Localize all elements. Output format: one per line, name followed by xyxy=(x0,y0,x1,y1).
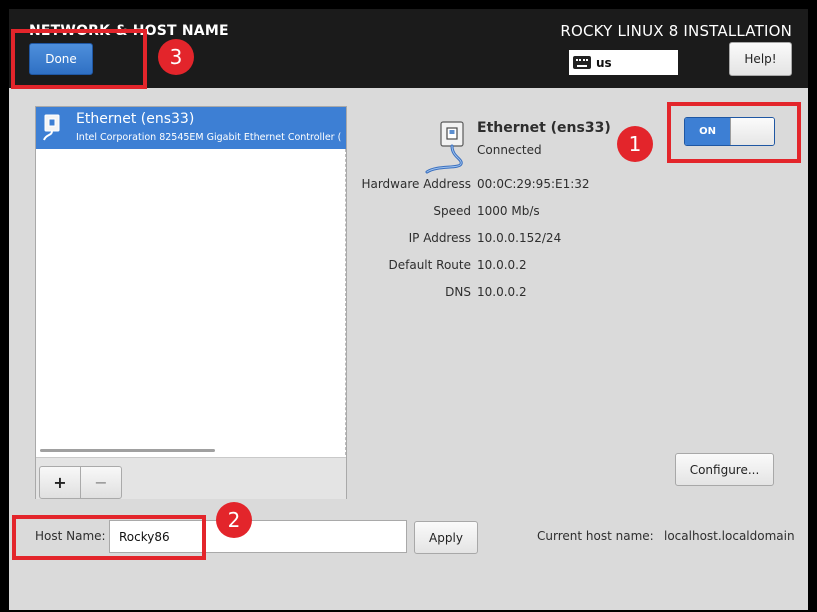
keyboard-icon xyxy=(573,56,591,69)
device-item-ens33[interactable]: Ethernet (ens33) Intel Corporation 82545… xyxy=(36,107,346,149)
horizontal-scrollbar[interactable] xyxy=(40,449,215,452)
speed-value: 1000 Mb/s xyxy=(477,204,540,218)
host-name-input[interactable] xyxy=(109,520,407,553)
device-list-panel: Ethernet (ens33) Intel Corporation 82545… xyxy=(35,106,347,499)
speed-label: Speed xyxy=(433,204,471,218)
add-device-button[interactable]: + xyxy=(39,466,81,499)
list-divider xyxy=(345,149,346,455)
dns-value: 10.0.0.2 xyxy=(477,285,527,299)
ethernet-icon xyxy=(43,114,60,141)
connection-name: Ethernet (ens33) xyxy=(477,120,611,136)
keyboard-layout-indicator[interactable]: us xyxy=(569,50,678,75)
hardware-address-value: 00:0C:29:95:E1:32 xyxy=(477,177,590,191)
dns-label: DNS xyxy=(445,285,471,299)
annotation-badge-2: 2 xyxy=(216,502,252,538)
hardware-address-label: Hardware Address xyxy=(361,177,471,191)
product-title: ROCKY LINUX 8 INSTALLATION xyxy=(560,22,792,40)
device-list-toolbar: + − xyxy=(36,457,346,499)
current-host-name-value: localhost.localdomain xyxy=(664,529,795,543)
keyboard-layout-label: us xyxy=(596,55,612,70)
done-button[interactable]: Done xyxy=(29,43,93,75)
toggle-knob[interactable] xyxy=(730,118,774,145)
current-host-name-label: Current host name: xyxy=(537,529,654,543)
connection-toggle[interactable]: ON xyxy=(684,117,775,146)
toggle-on-label: ON xyxy=(685,118,730,145)
ethernet-icon xyxy=(425,121,464,174)
header-bar: NETWORK & HOST NAME ROCKY LINUX 8 INSTAL… xyxy=(9,9,808,88)
help-button[interactable]: Help! xyxy=(729,42,792,76)
default-route-label: Default Route xyxy=(388,258,472,272)
annotation-badge-3: 3 xyxy=(158,39,194,75)
apply-button[interactable]: Apply xyxy=(414,521,478,554)
annotation-badge-1: 1 xyxy=(617,126,653,162)
device-name: Ethernet (ens33) xyxy=(76,111,195,127)
configure-button[interactable]: Configure... xyxy=(675,453,774,486)
ip-address-label: IP Address xyxy=(408,231,471,245)
remove-device-button[interactable]: − xyxy=(80,466,122,499)
page-title: NETWORK & HOST NAME xyxy=(29,23,229,39)
network-hostname-window: NETWORK & HOST NAME ROCKY LINUX 8 INSTAL… xyxy=(9,9,808,610)
device-description: Intel Corporation 82545EM Gigabit Ethern… xyxy=(76,132,342,143)
default-route-value: 10.0.0.2 xyxy=(477,258,527,272)
host-name-label: Host Name: xyxy=(35,529,106,543)
ip-address-value: 10.0.0.152/24 xyxy=(477,231,562,245)
connection-status: Connected xyxy=(477,143,542,157)
